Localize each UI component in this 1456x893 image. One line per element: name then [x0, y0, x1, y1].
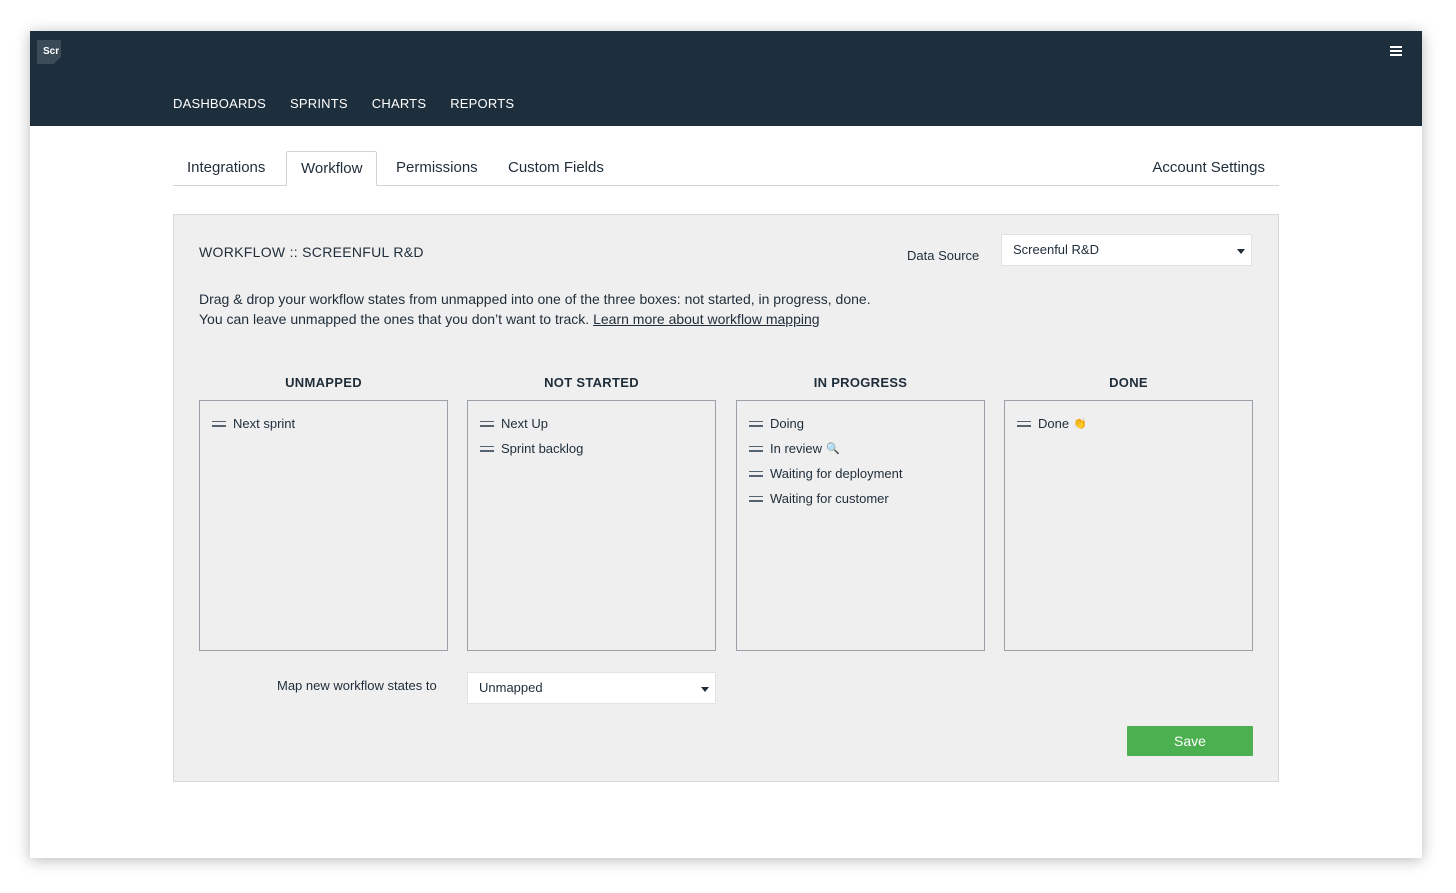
workflow-state[interactable]: In review 🔍 — [737, 436, 984, 461]
magnifier-icon: 🔍 — [826, 443, 840, 455]
dropzone-unmapped[interactable]: Next sprint — [199, 400, 448, 651]
column-title-not-started: NOT STARTED — [544, 375, 639, 390]
drag-handle-icon[interactable] — [749, 445, 763, 452]
workflow-state[interactable]: Doing — [737, 411, 984, 436]
map-new-states-label: Map new workflow states to — [277, 678, 437, 693]
drag-handle-icon[interactable] — [480, 445, 494, 452]
state-label: Waiting for deployment — [770, 466, 903, 481]
workflow-state[interactable]: Next sprint — [200, 411, 447, 436]
map-new-states-value: Unmapped — [479, 680, 543, 695]
data-source-select[interactable]: Screenful R&D — [1001, 234, 1252, 266]
description: Drag & drop your workflow states from un… — [199, 289, 871, 329]
state-label: Doing — [770, 416, 804, 431]
state-label: Done — [1038, 416, 1070, 431]
workflow-state[interactable]: Waiting for customer — [737, 486, 984, 511]
tab-integrations[interactable]: Integrations — [173, 151, 279, 186]
settings-tabs: Integrations Workflow Permissions Custom… — [173, 151, 1279, 186]
description-line-2: You can leave unmapped the ones that you… — [199, 311, 820, 327]
state-label: Waiting for customer — [770, 491, 889, 506]
nav-charts[interactable]: CHARTS — [372, 96, 426, 111]
column-title-unmapped: UNMAPPED — [285, 375, 362, 390]
panel-title: WORKFLOW :: SCREENFUL R&D — [199, 244, 424, 260]
data-source-value: Screenful R&D — [1013, 242, 1099, 257]
state-label: In review — [770, 441, 823, 456]
hamburger-icon[interactable] — [1390, 45, 1402, 57]
drag-handle-icon[interactable] — [1017, 420, 1031, 427]
state-label: Next Up — [501, 416, 548, 431]
dropzone-done[interactable]: Done 👏 — [1004, 400, 1253, 651]
workflow-state[interactable]: Sprint backlog — [468, 436, 715, 461]
description-line-1: Drag & drop your workflow states from un… — [199, 291, 871, 307]
map-new-states-select[interactable]: Unmapped — [467, 672, 716, 704]
column-title-done: DONE — [1109, 375, 1148, 390]
clapping-hands-icon: 👏 — [1073, 418, 1087, 430]
workflow-panel: WORKFLOW :: SCREENFUL R&D Data Source Sc… — [173, 214, 1279, 782]
drag-handle-icon[interactable] — [749, 495, 763, 502]
drag-handle-icon[interactable] — [749, 420, 763, 427]
column-title-in-progress: IN PROGRESS — [813, 375, 908, 390]
state-label: Next sprint — [233, 416, 296, 431]
tab-permissions[interactable]: Permissions — [382, 151, 492, 186]
caret-down-icon — [1237, 249, 1245, 254]
nav-reports[interactable]: REPORTS — [450, 96, 514, 111]
logo[interactable]: Scr — [37, 40, 61, 64]
data-source-label: Data Source — [907, 248, 980, 263]
save-button[interactable]: Save — [1127, 726, 1253, 756]
drag-handle-icon[interactable] — [212, 420, 226, 427]
tab-custom-fields[interactable]: Custom Fields — [494, 151, 618, 186]
state-label: Sprint backlog — [501, 441, 584, 456]
dropzone-in-progress[interactable]: Doing In review 🔍 Waiting for deployment… — [736, 400, 985, 651]
learn-more-link[interactable]: Learn more about workflow mapping — [593, 311, 819, 327]
workflow-state[interactable]: Waiting for deployment — [737, 461, 984, 486]
nav-sprints[interactable]: SPRINTS — [290, 96, 348, 111]
app-window: Scr DASHBOARDS SPRINTS CHARTS REPORTS In… — [30, 31, 1422, 858]
tab-account-settings[interactable]: Account Settings — [1152, 151, 1265, 185]
nav-dashboards[interactable]: DASHBOARDS — [173, 96, 266, 111]
workflow-state[interactable]: Done 👏 — [1005, 411, 1252, 436]
drag-handle-icon[interactable] — [749, 470, 763, 477]
tab-workflow[interactable]: Workflow — [286, 151, 378, 186]
dropzone-not-started[interactable]: Next Up Sprint backlog — [467, 400, 716, 651]
top-bar: Scr DASHBOARDS SPRINTS CHARTS REPORTS — [30, 31, 1422, 126]
drag-handle-icon[interactable] — [480, 420, 494, 427]
workflow-state[interactable]: Next Up — [468, 411, 715, 436]
main-nav: DASHBOARDS SPRINTS CHARTS REPORTS — [173, 96, 514, 111]
caret-down-icon — [701, 687, 709, 692]
